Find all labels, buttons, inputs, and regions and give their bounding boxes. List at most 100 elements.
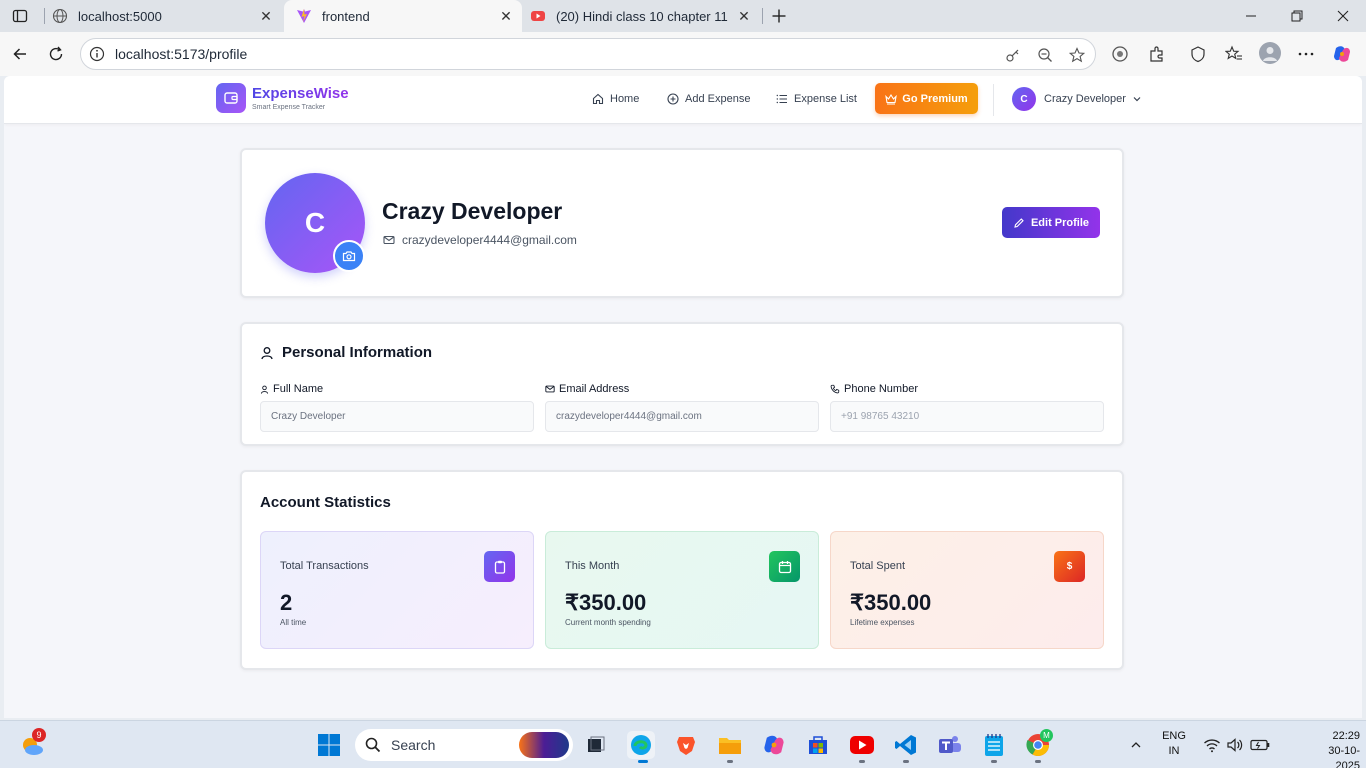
stat-caption: Lifetime expenses xyxy=(850,618,915,627)
refresh-button[interactable] xyxy=(42,40,70,68)
close-tab-icon[interactable]: ✕ xyxy=(258,8,274,24)
browser-toolbar: localhost:5173/profile xyxy=(0,32,1366,76)
notepad-icon[interactable] xyxy=(980,731,1008,759)
close-window-button[interactable] xyxy=(1320,0,1366,32)
favorite-star-icon[interactable] xyxy=(1067,45,1087,65)
vite-logo-icon xyxy=(296,8,312,24)
extensions-icon[interactable] xyxy=(1147,44,1167,64)
chevron-down-icon xyxy=(1133,97,1141,102)
brand-name: ExpenseWise xyxy=(252,85,349,102)
list-icon xyxy=(776,94,787,104)
windows-taskbar: 9 Search M ENG IN 22:29 30-10-2025 xyxy=(0,720,1366,768)
brand-tagline: Smart Expense Tracker xyxy=(252,104,326,111)
browser-essentials-icon[interactable] xyxy=(1188,44,1208,64)
copilot-vision-icon[interactable] xyxy=(1110,44,1130,64)
url-text: localhost:5173/profile xyxy=(115,46,248,62)
key-icon[interactable] xyxy=(1003,45,1023,65)
volume-icon[interactable] xyxy=(1221,731,1249,759)
total-transactions-card: Total Transactions 2 All time xyxy=(260,531,534,649)
pencil-icon xyxy=(1014,217,1024,228)
mail-icon xyxy=(383,235,395,245)
search-icon xyxy=(365,737,381,753)
brave-browser-icon[interactable] xyxy=(672,731,700,759)
chrome-profile-badge: M xyxy=(1040,729,1053,742)
app-navbar: ExpenseWise Smart Expense Tracker Home A… xyxy=(4,76,1362,124)
clock-date: 30-10-2025 xyxy=(1328,745,1360,768)
close-tab-icon[interactable]: ✕ xyxy=(498,8,514,24)
favorites-icon[interactable] xyxy=(1224,44,1244,64)
edit-profile-label: Edit Profile xyxy=(1030,216,1090,229)
email-field: Email Address crazydeveloper4444@gmail.c… xyxy=(545,381,819,432)
tab-title: localhost:5000 xyxy=(78,8,162,24)
browser-tab-youtube[interactable]: (20) Hindi class 10 chapter 11 bih ✕ xyxy=(524,0,760,32)
youtube-app-icon[interactable] xyxy=(848,731,876,759)
vscode-icon[interactable] xyxy=(892,731,920,759)
youtube-icon xyxy=(530,8,546,24)
full-name-input[interactable]: Crazy Developer xyxy=(260,401,534,432)
zoom-out-icon[interactable] xyxy=(1035,45,1055,65)
calendar-icon xyxy=(769,551,800,582)
restore-window-button[interactable] xyxy=(1274,0,1320,32)
change-photo-button[interactable] xyxy=(333,240,365,272)
new-tab-icon[interactable] xyxy=(769,6,789,26)
browser-tab-localhost-5000[interactable]: localhost:5000 ✕ xyxy=(46,0,282,32)
page-viewport: ExpenseWise Smart Expense Tracker Home A… xyxy=(4,76,1362,718)
taskbar-search[interactable]: Search xyxy=(355,729,573,761)
stat-label: Total Transactions xyxy=(280,560,369,572)
copilot-icon[interactable] xyxy=(1332,44,1352,64)
clock-time: 22:29 xyxy=(1332,730,1360,742)
personal-information-card: Personal Information Full Name Crazy Dev… xyxy=(240,322,1124,446)
copilot-app-icon[interactable] xyxy=(760,731,788,759)
go-premium-button[interactable]: Go Premium xyxy=(875,83,978,114)
home-icon xyxy=(592,93,604,105)
nav-add-expense-label: Add Expense xyxy=(685,93,751,105)
edit-profile-button[interactable]: Edit Profile xyxy=(1002,207,1100,238)
account-statistics-card: Account Statistics Total Transactions 2 … xyxy=(240,470,1124,670)
profile-icon[interactable] xyxy=(1259,42,1281,64)
go-premium-label: Go Premium xyxy=(902,92,968,105)
teams-icon[interactable] xyxy=(936,731,964,759)
browser-tab-frontend[interactable]: frontend ✕ xyxy=(284,0,522,32)
minimize-window-button[interactable] xyxy=(1228,0,1274,32)
nav-expense-list-link[interactable]: Expense List xyxy=(776,91,857,107)
browser-tab-bar: localhost:5000 ✕ frontend ✕ (20) Hindi c… xyxy=(0,0,1366,32)
more-options-icon[interactable] xyxy=(1296,44,1316,64)
nav-add-expense-link[interactable]: Add Expense xyxy=(667,91,750,107)
task-view-icon[interactable] xyxy=(582,731,610,759)
user-avatar: C xyxy=(1012,87,1036,111)
tab-actions-icon[interactable] xyxy=(10,6,30,26)
nav-home-link[interactable]: Home xyxy=(592,91,639,107)
nav-expense-list-label: Expense List xyxy=(794,93,857,105)
close-tab-icon[interactable]: ✕ xyxy=(736,8,752,24)
profile-email-text: crazydeveloper4444@gmail.com xyxy=(402,233,577,247)
address-bar[interactable]: localhost:5173/profile xyxy=(80,38,1096,70)
language-indicator[interactable]: ENG IN xyxy=(1158,729,1190,759)
nav-home-label: Home xyxy=(610,93,640,105)
user-menu[interactable]: C Crazy Developer xyxy=(1012,86,1142,112)
brand[interactable]: ExpenseWise Smart Expense Tracker xyxy=(252,85,349,112)
profile-name: Crazy Developer xyxy=(382,198,563,224)
back-button[interactable] xyxy=(6,40,34,68)
email-input[interactable]: crazydeveloper4444@gmail.com xyxy=(545,401,819,432)
site-info-icon[interactable] xyxy=(89,46,105,62)
clock[interactable]: 22:29 30-10-2025 xyxy=(1306,729,1360,768)
user-icon xyxy=(260,385,269,394)
file-explorer-icon[interactable] xyxy=(716,731,744,759)
stat-value: 2 xyxy=(280,590,293,615)
phone-input[interactable]: +91 98765 43210 xyxy=(830,401,1104,432)
clipboard-icon xyxy=(484,551,515,582)
wallet-logo-icon[interactable] xyxy=(216,83,246,113)
globe-icon xyxy=(52,8,68,24)
stat-label: Total Spent xyxy=(850,560,906,572)
dollar-icon: $ xyxy=(1054,551,1085,582)
windows-start-icon[interactable] xyxy=(315,731,343,759)
mail-icon xyxy=(545,385,555,393)
total-spent-card: Total Spent $ ₹350.00 Lifetime expenses xyxy=(830,531,1104,649)
microsoft-store-icon[interactable] xyxy=(804,731,832,759)
battery-icon[interactable] xyxy=(1246,731,1274,759)
plus-circle-icon xyxy=(667,93,679,105)
show-hidden-icons-icon[interactable] xyxy=(1122,731,1150,759)
edge-browser-icon[interactable] xyxy=(627,731,655,759)
this-month-card: This Month ₹350.00 Current month spendin… xyxy=(545,531,819,649)
notification-badge: 9 xyxy=(32,728,46,742)
